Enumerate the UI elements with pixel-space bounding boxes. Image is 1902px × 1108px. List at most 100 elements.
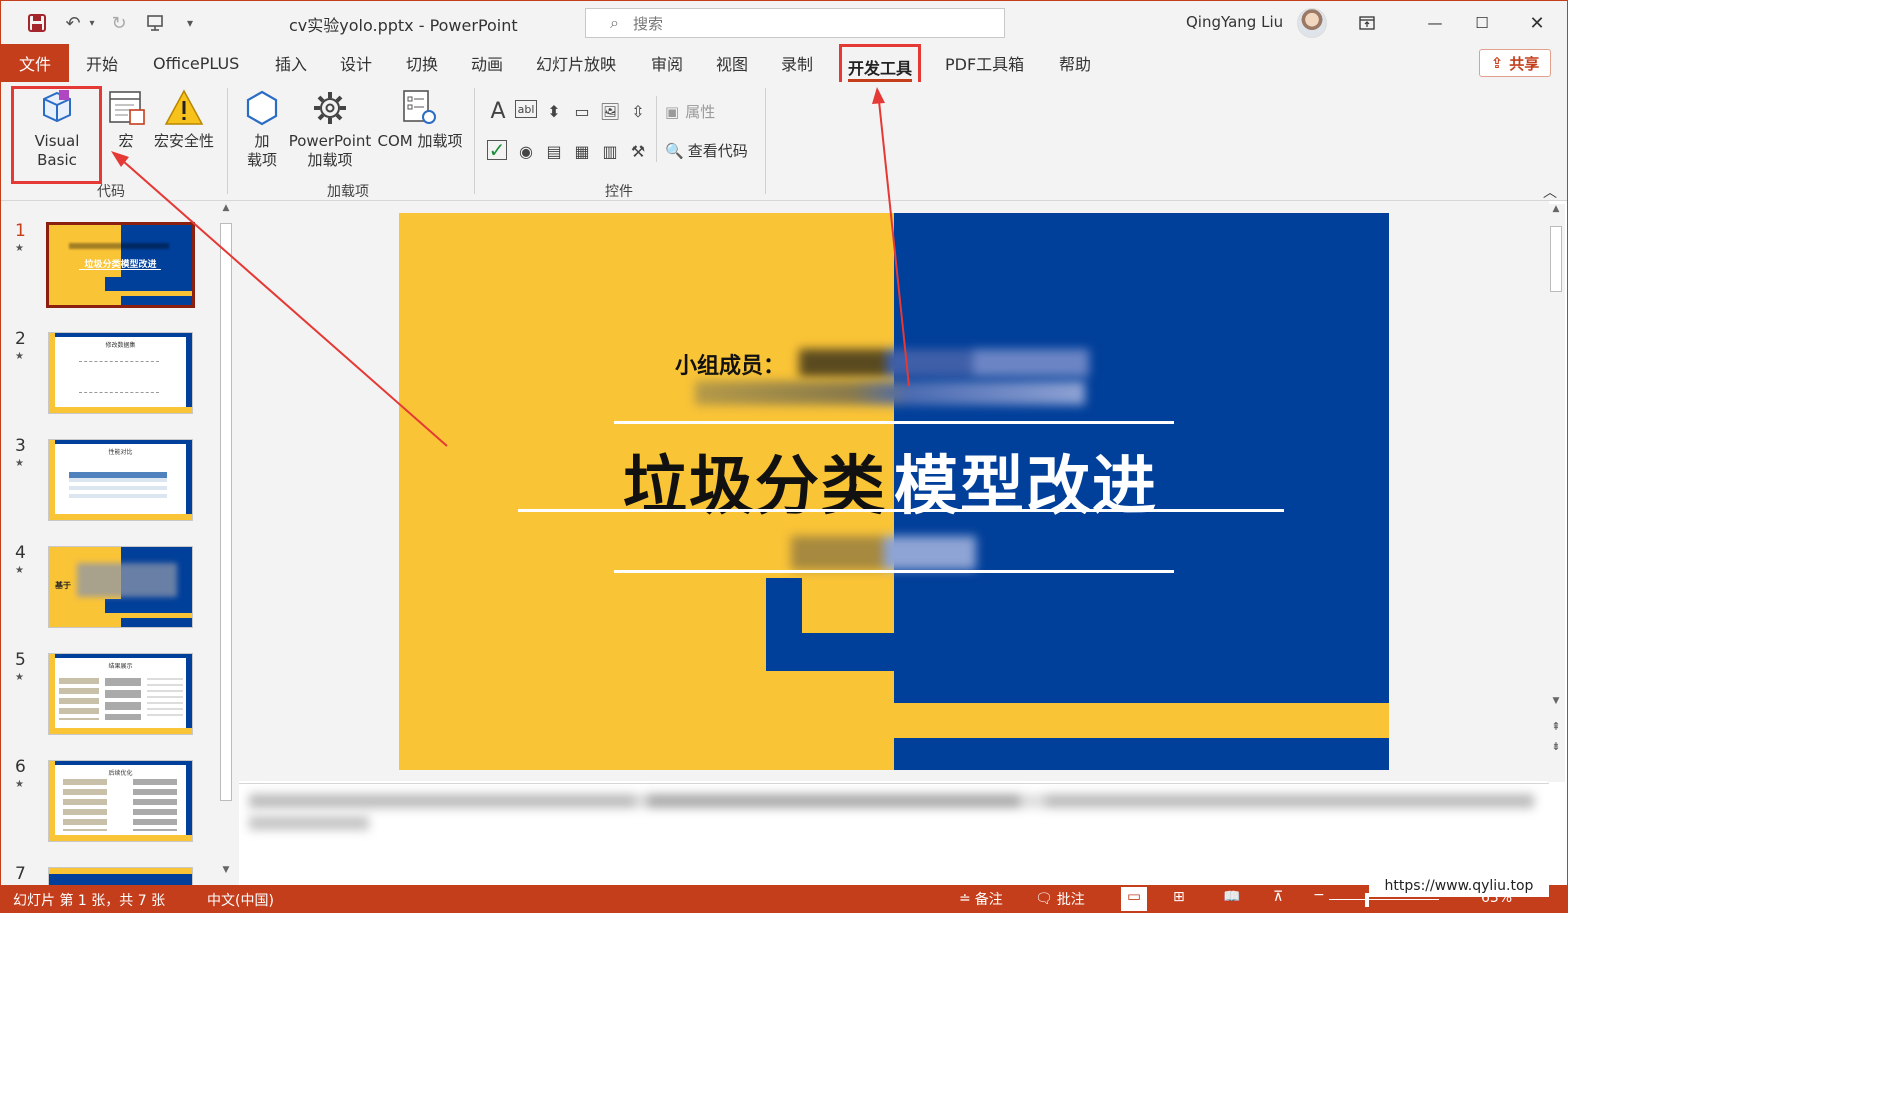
tab-review[interactable]: 审阅 <box>651 44 683 82</box>
tab-pdf-toolbox[interactable]: PDF工具箱 <box>945 44 1024 82</box>
notes-pane[interactable] <box>239 783 1549 885</box>
properties-label: 属性 <box>685 103 716 121</box>
search-placeholder: 搜索 <box>632 14 663 33</box>
tab-help[interactable]: 帮助 <box>1059 44 1091 82</box>
tab-record[interactable]: 录制 <box>781 44 813 82</box>
slide-scrollbar[interactable]: ▲ ▼ ⇞ ⇟ <box>1547 204 1565 782</box>
comments-button[interactable]: 🗨 批注 <box>1035 889 1085 909</box>
normal-view-icon[interactable]: ▭ <box>1121 887 1147 911</box>
current-slide[interactable]: 小组成员： 垃圾分类 模型改进 <box>399 213 1389 770</box>
slide-thumbnail-7[interactable] <box>49 868 192 885</box>
share-icon: ⇪ <box>1490 54 1504 72</box>
watermark-url: https://www.qyliu.top <box>1369 875 1549 897</box>
toggle-control-icon[interactable]: ▥ <box>599 140 621 162</box>
controls-group-label: 控件 <box>605 184 633 200</box>
zoom-out-icon[interactable]: − <box>1313 887 1325 903</box>
animation-star-icon: ★ <box>15 672 24 683</box>
tab-slideshow[interactable]: 幻灯片放映 <box>536 44 616 82</box>
slide-counter[interactable]: 幻灯片 第 1 张，共 7 张 <box>13 890 165 910</box>
animation-star-icon: ★ <box>15 351 24 362</box>
reading-view-icon[interactable]: 📖 <box>1223 889 1240 905</box>
maximize-icon[interactable]: ☐ <box>1462 9 1502 37</box>
search-box[interactable]: ⌕ 搜索 <box>585 8 1005 38</box>
spin-control-icon[interactable]: ⬍ <box>543 100 565 122</box>
label-control-icon[interactable]: A <box>487 99 509 124</box>
scroll-down-icon[interactable]: ▼ <box>217 865 235 883</box>
search-icon: ⌕ <box>610 13 619 32</box>
group-separator <box>765 88 766 194</box>
animation-star-icon: ★ <box>15 779 24 790</box>
close-icon[interactable]: ✕ <box>1517 9 1557 37</box>
tab-insert[interactable]: 插入 <box>275 44 307 82</box>
blurred-subtitle <box>791 536 976 570</box>
powerpoint-addins-button[interactable]: PowerPoint 加载项 <box>287 88 373 170</box>
tab-animations[interactable]: 动画 <box>471 44 503 82</box>
com-addins-button[interactable]: COM 加载项 <box>375 88 465 151</box>
language-indicator[interactable]: 中文(中国) <box>207 890 274 910</box>
addins-button[interactable]: 加 载项 <box>241 88 283 170</box>
divider-line <box>614 421 1174 424</box>
present-from-start-icon[interactable] <box>143 11 167 35</box>
blurred-notes-text <box>249 794 1534 808</box>
tab-design[interactable]: 设计 <box>340 44 372 82</box>
listbox-control-icon[interactable]: ▦ <box>571 140 593 162</box>
scroll-up-icon[interactable]: ▲ <box>1547 204 1565 222</box>
slide-title-part2: 模型改进 <box>894 450 1158 524</box>
status-bar: 幻灯片 第 1 张，共 7 张 中文(中国) ≐ 备注 🗨 批注 ▭ ⊞ 📖 ⊼… <box>1 885 1567 912</box>
avatar[interactable] <box>1297 8 1327 38</box>
share-button[interactable]: ⇪ 共享 <box>1479 49 1551 77</box>
tab-officeplus[interactable]: OfficePLUS <box>153 44 239 82</box>
ribbon-display-options-icon[interactable] <box>1347 9 1387 37</box>
scroll-up-icon[interactable]: ▲ <box>217 203 235 221</box>
slide-thumbnail-4[interactable]: 基于 <box>49 547 192 627</box>
tab-view[interactable]: 视图 <box>716 44 748 82</box>
thumbnails-scrollbar[interactable]: ▲ ▼ <box>217 203 235 883</box>
tab-transitions[interactable]: 切换 <box>406 44 438 82</box>
slide-thumbnail-2[interactable]: 修改数据集 <box>49 333 192 413</box>
macro-security-button[interactable]: 宏安全性 <box>151 88 217 151</box>
user-name[interactable]: QingYang Liu <box>1186 13 1283 31</box>
next-slide-icon[interactable]: ⇟ <box>1547 740 1565 758</box>
ribbon-tabs: 文件 开始 OfficePLUS 插入 设计 切换 动画 幻灯片放映 审阅 视图… <box>1 44 1567 90</box>
blurred-member-names <box>799 349 1089 377</box>
scroll-down-icon[interactable]: ▼ <box>1547 696 1565 714</box>
more-controls-icon[interactable]: ⚒ <box>627 140 649 162</box>
redo-icon[interactable]: ↻ <box>107 11 131 35</box>
combobox-control-icon[interactable]: ▤ <box>543 140 565 162</box>
minimize-icon[interactable]: — <box>1415 9 1455 37</box>
collapse-ribbon-icon[interactable]: ︿ <box>1543 182 1557 202</box>
notes-button[interactable]: ≐ 备注 <box>959 889 1003 909</box>
document-title: cv实验yolo.pptx - PowerPoint <box>289 16 518 35</box>
slide-thumbnail-6[interactable]: 后续优化 <box>49 761 192 841</box>
tab-home[interactable]: 开始 <box>86 44 118 82</box>
slide-thumbnail-3[interactable]: 性能对比 <box>49 440 192 520</box>
image-control-icon[interactable]: 🖼 <box>599 100 621 122</box>
slide-thumbnail-5[interactable]: 结果展示 <box>49 654 192 734</box>
customize-dropdown-icon[interactable]: ▾ <box>179 11 201 35</box>
slide-thumbnails-pane: 1 ★ 垃圾分类模型改进 2 ★ 修改数据集 3 ★ 性能对比 4 ★ 基于 5… <box>1 201 239 885</box>
zoom-slider[interactable] <box>1329 899 1439 900</box>
undo-dropdown-icon[interactable]: ▾ <box>85 11 99 35</box>
thumbnail-title: 性能对比 <box>108 449 133 456</box>
radio-control-icon[interactable]: ◉ <box>515 140 537 162</box>
button-control-icon[interactable]: ▭ <box>571 100 593 122</box>
members-label: 小组成员： <box>675 354 786 379</box>
textbox-control-icon[interactable]: abl <box>515 100 537 118</box>
tab-file[interactable]: 文件 <box>1 44 69 82</box>
checkbox-control-icon[interactable]: ✓ <box>487 138 507 162</box>
slide-thumbnail-1[interactable]: 垃圾分类模型改进 <box>49 225 192 305</box>
previous-slide-icon[interactable]: ⇞ <box>1547 720 1565 738</box>
slideshow-view-icon[interactable]: ⊼ <box>1273 889 1283 905</box>
view-code-button[interactable]: 🔍 查看代码 <box>665 140 748 161</box>
scroll-thumb[interactable] <box>1550 226 1562 292</box>
macro-button[interactable]: 宏 <box>105 88 147 151</box>
thumbnail-title: 后续优化 <box>108 770 133 777</box>
properties-button[interactable]: ▣ 属性 <box>665 101 715 122</box>
scroll-thumb[interactable] <box>220 223 232 801</box>
undo-icon[interactable]: ↶ <box>61 11 85 35</box>
addins-label-line2: 载项 <box>246 151 277 169</box>
addins-icon <box>246 90 278 126</box>
scrollbar-control-icon[interactable]: ⇳ <box>627 100 649 122</box>
slide-sorter-view-icon[interactable]: ⊞ <box>1173 889 1185 905</box>
save-icon[interactable] <box>25 11 49 35</box>
